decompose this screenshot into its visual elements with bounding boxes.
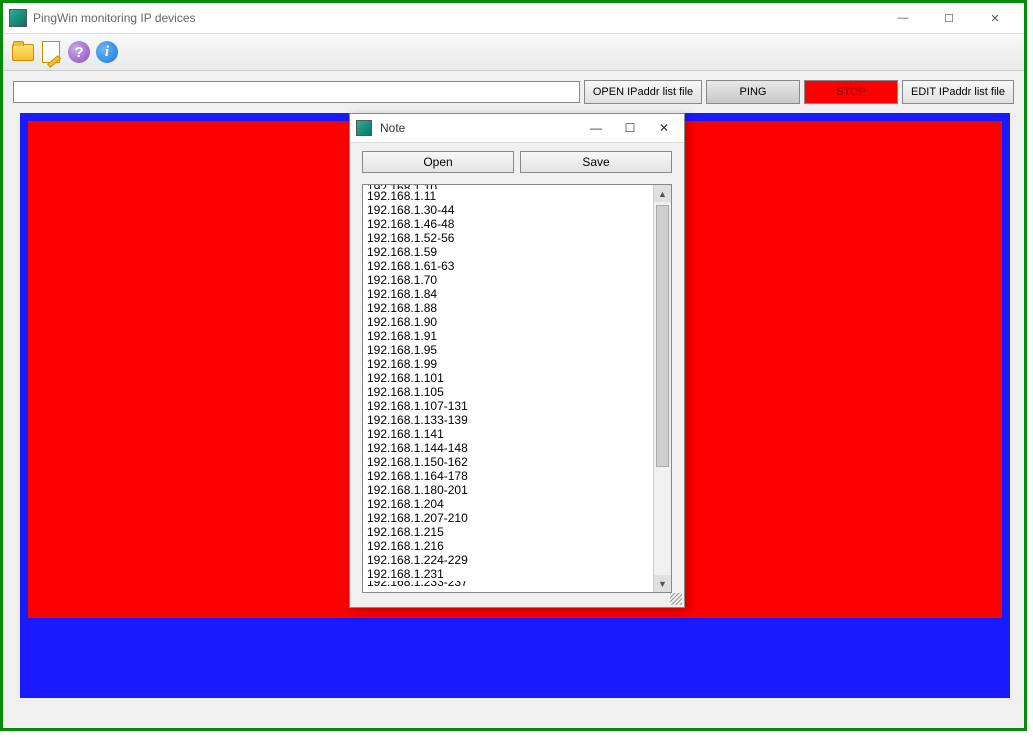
list-item[interactable]: 192.168.1.215 <box>367 525 649 539</box>
note-app-icon <box>356 120 372 136</box>
list-item[interactable]: 192.168.1.61-63 <box>367 259 649 273</box>
list-item[interactable]: 192.168.1.204 <box>367 497 649 511</box>
main-window: PingWin monitoring IP devices — ☐ ✕ ? i … <box>0 0 1027 731</box>
list-item[interactable]: 192.168.1.99 <box>367 357 649 371</box>
list-item[interactable]: 192.168.1.224-229 <box>367 553 649 567</box>
scroll-thumb[interactable] <box>656 205 669 467</box>
list-item[interactable]: 192.168.1.150-162 <box>367 455 649 469</box>
scroll-down-icon[interactable]: ▼ <box>654 575 671 592</box>
list-item[interactable]: 192.168.1.133-139 <box>367 413 649 427</box>
note-close-button[interactable]: ✕ <box>654 121 674 135</box>
note-dialog[interactable]: Note — ☐ ✕ Open Save 192.168.1.10192.168… <box>349 113 685 608</box>
controls-row: OPEN IPaddr list file PING STOP EDIT IPa… <box>3 71 1024 113</box>
main-toolbar: ? i <box>3 34 1024 71</box>
edit-ip-list-button[interactable]: EDIT IPaddr list file <box>902 80 1014 104</box>
list-item[interactable]: 192.168.1.90 <box>367 315 649 329</box>
help-icon[interactable]: ? <box>67 40 91 64</box>
list-item[interactable]: 192.168.1.46-48 <box>367 217 649 231</box>
list-item[interactable]: 192.168.1.141 <box>367 427 649 441</box>
minimize-button[interactable]: — <box>880 4 926 32</box>
note-buttons-row: Open Save <box>350 143 684 181</box>
list-item[interactable]: 192.168.1.216 <box>367 539 649 553</box>
resize-grip-icon[interactable] <box>670 593 682 605</box>
list-item[interactable]: 192.168.1.84 <box>367 287 649 301</box>
list-item[interactable]: 192.168.1.107-131 <box>367 399 649 413</box>
list-item[interactable]: 192.168.1.164-178 <box>367 469 649 483</box>
open-folder-icon[interactable] <box>11 40 35 64</box>
note-minimize-button[interactable]: — <box>586 121 606 135</box>
list-item[interactable]: 192.168.1.105 <box>367 385 649 399</box>
ip-list-path-input[interactable] <box>13 81 580 103</box>
note-textarea[interactable]: 192.168.1.10192.168.1.11192.168.1.30-441… <box>362 184 672 593</box>
note-save-button[interactable]: Save <box>520 151 672 173</box>
window-title: PingWin monitoring IP devices <box>33 11 880 25</box>
list-item[interactable]: 192.168.1.233-237 <box>367 581 649 589</box>
list-item[interactable]: 192.168.1.52-56 <box>367 231 649 245</box>
note-open-button[interactable]: Open <box>362 151 514 173</box>
stop-button[interactable]: STOP <box>804 80 898 104</box>
list-item[interactable]: 192.168.1.231 <box>367 567 649 581</box>
note-scrollbar[interactable]: ▲ ▼ <box>653 185 671 592</box>
note-maximize-button[interactable]: ☐ <box>620 121 640 135</box>
list-item[interactable]: 192.168.1.11 <box>367 189 649 203</box>
app-icon <box>9 9 27 27</box>
ping-button[interactable]: PING <box>706 80 800 104</box>
open-ip-list-button[interactable]: OPEN IPaddr list file <box>584 80 702 104</box>
note-title: Note <box>380 121 586 135</box>
maximize-button[interactable]: ☐ <box>926 4 972 32</box>
close-button[interactable]: ✕ <box>972 4 1018 32</box>
list-item[interactable]: 192.168.1.95 <box>367 343 649 357</box>
list-item[interactable]: 192.168.1.30-44 <box>367 203 649 217</box>
ip-list-view[interactable]: 192.168.1.10192.168.1.11192.168.1.30-441… <box>363 185 653 592</box>
list-item[interactable]: 192.168.1.91 <box>367 329 649 343</box>
list-item[interactable]: 192.168.1.88 <box>367 301 649 315</box>
list-item[interactable]: 192.168.1.59 <box>367 245 649 259</box>
note-titlebar[interactable]: Note — ☐ ✕ <box>350 114 684 143</box>
scroll-up-icon[interactable]: ▲ <box>654 185 671 202</box>
info-icon[interactable]: i <box>95 40 119 64</box>
list-item[interactable]: 192.168.1.180-201 <box>367 483 649 497</box>
main-titlebar[interactable]: PingWin monitoring IP devices — ☐ ✕ <box>3 3 1024 34</box>
list-item[interactable]: 192.168.1.144-148 <box>367 441 649 455</box>
list-item[interactable]: 192.168.1.207-210 <box>367 511 649 525</box>
edit-note-icon[interactable] <box>39 40 63 64</box>
list-item[interactable]: 192.168.1.70 <box>367 273 649 287</box>
list-item[interactable]: 192.168.1.101 <box>367 371 649 385</box>
